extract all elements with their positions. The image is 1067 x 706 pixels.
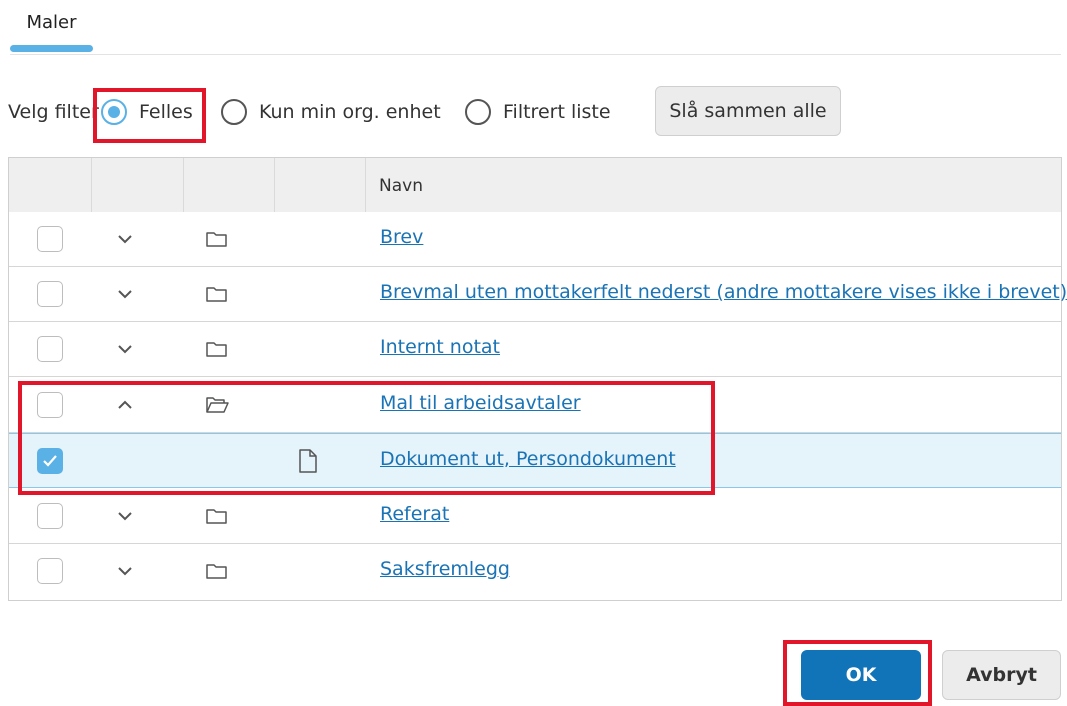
- radio-felles[interactable]: Felles: [101, 96, 201, 132]
- row-checkbox[interactable]: [37, 558, 63, 584]
- template-link[interactable]: Internt notat: [380, 336, 500, 358]
- folder-icon: [206, 509, 227, 524]
- table-row[interactable]: Referat: [9, 489, 1061, 544]
- table-row[interactable]: Saksfremlegg: [9, 544, 1061, 599]
- row-checkbox[interactable]: [37, 392, 63, 418]
- folder-icon: [206, 564, 227, 579]
- active-tab-indicator: [10, 45, 93, 52]
- header-divider: [183, 158, 184, 212]
- radio-kun-min-org-enhet[interactable]: Kun min org. enhet: [221, 96, 441, 132]
- chevron-down-icon[interactable]: [115, 340, 135, 358]
- template-link[interactable]: Referat: [380, 503, 449, 525]
- folder-icon: [206, 232, 227, 247]
- column-header-navn[interactable]: Navn: [379, 176, 423, 196]
- radio-label: Felles: [139, 101, 193, 123]
- row-checkbox[interactable]: [37, 281, 63, 307]
- table-row[interactable]: Brevmal uten mottakerfelt nederst (andre…: [9, 267, 1067, 322]
- table-row[interactable]: Mal til arbeidsavtaler: [9, 378, 1061, 433]
- radio-button-checked[interactable]: [101, 99, 127, 125]
- chevron-down-icon[interactable]: [115, 562, 135, 580]
- table-row[interactable]: Internt notat: [9, 322, 1061, 377]
- template-link[interactable]: Brev: [380, 226, 423, 248]
- tab-label: Maler: [26, 12, 77, 33]
- table-row-selected[interactable]: Dokument ut, Persondokument: [9, 433, 1061, 488]
- tab-maler[interactable]: Maler: [10, 0, 93, 54]
- templates-table: Navn Brev Brevmal uten mottakerfelt nede…: [8, 157, 1067, 601]
- cancel-button[interactable]: Avbryt: [942, 650, 1061, 700]
- row-checkbox-checked[interactable]: [37, 448, 63, 474]
- chevron-down-icon[interactable]: [115, 230, 135, 248]
- template-link[interactable]: Saksfremlegg: [380, 558, 510, 580]
- check-icon: [43, 455, 57, 467]
- template-link[interactable]: Mal til arbeidsavtaler: [380, 392, 581, 414]
- header-divider: [274, 158, 275, 212]
- radio-button[interactable]: [221, 99, 247, 125]
- tab-bar: Maler: [10, 0, 1061, 55]
- ok-button[interactable]: OK: [801, 650, 921, 700]
- template-link[interactable]: Dokument ut, Persondokument: [380, 448, 676, 470]
- header-divider: [365, 158, 366, 212]
- chevron-down-icon[interactable]: [115, 285, 135, 303]
- folder-open-icon: [206, 397, 229, 413]
- radio-filtrert-liste[interactable]: Filtrert liste: [465, 96, 615, 132]
- row-checkbox[interactable]: [37, 226, 63, 252]
- radio-label: Kun min org. enhet: [259, 101, 441, 123]
- chevron-up-icon[interactable]: [115, 396, 135, 414]
- folder-icon: [206, 342, 227, 357]
- row-checkbox[interactable]: [37, 336, 63, 362]
- chevron-down-icon[interactable]: [115, 507, 135, 525]
- table-row[interactable]: Brev: [9, 212, 1061, 267]
- folder-icon: [206, 287, 227, 302]
- radio-button[interactable]: [465, 99, 491, 125]
- row-checkbox[interactable]: [37, 503, 63, 529]
- table-header: Navn: [9, 158, 1061, 213]
- merge-all-button[interactable]: Slå sammen alle: [655, 86, 841, 136]
- document-icon: [299, 449, 317, 473]
- template-link[interactable]: Brevmal uten mottakerfelt nederst (andre…: [380, 281, 1067, 303]
- radio-label: Filtrert liste: [503, 101, 611, 123]
- filter-label: Velg filter: [8, 101, 99, 123]
- header-divider: [91, 158, 92, 212]
